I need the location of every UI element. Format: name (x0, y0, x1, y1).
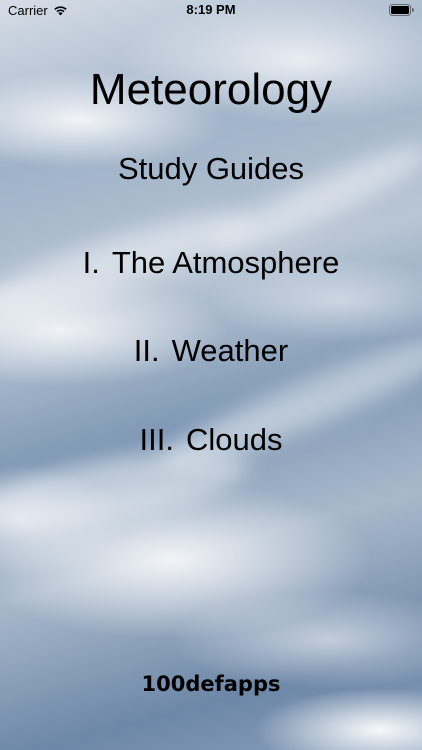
menu-item-numeral: I. (82, 245, 100, 280)
app-title: Meteorology (89, 65, 333, 114)
menu-item-label: The Atmosphere (111, 245, 340, 280)
menu-item-atmosphere[interactable]: I. The Atmosphere (0, 243, 422, 283)
menu-item-numeral: III. (139, 422, 174, 457)
status-time: 8:19 PM (186, 2, 236, 17)
battery-icon (389, 4, 414, 16)
menu-item-label: Weather (171, 333, 289, 368)
developer-credit: 100defapps (141, 672, 281, 696)
menu-item-clouds[interactable]: III. Clouds (0, 420, 422, 460)
menu-item-numeral: II. (133, 333, 160, 368)
menu-item-label: Clouds (185, 422, 283, 457)
menu-item-weather[interactable]: II. Weather (0, 331, 422, 371)
status-bar: Carrier 8:19 PM (0, 0, 422, 21)
subtitle: Study Guides (117, 151, 305, 186)
